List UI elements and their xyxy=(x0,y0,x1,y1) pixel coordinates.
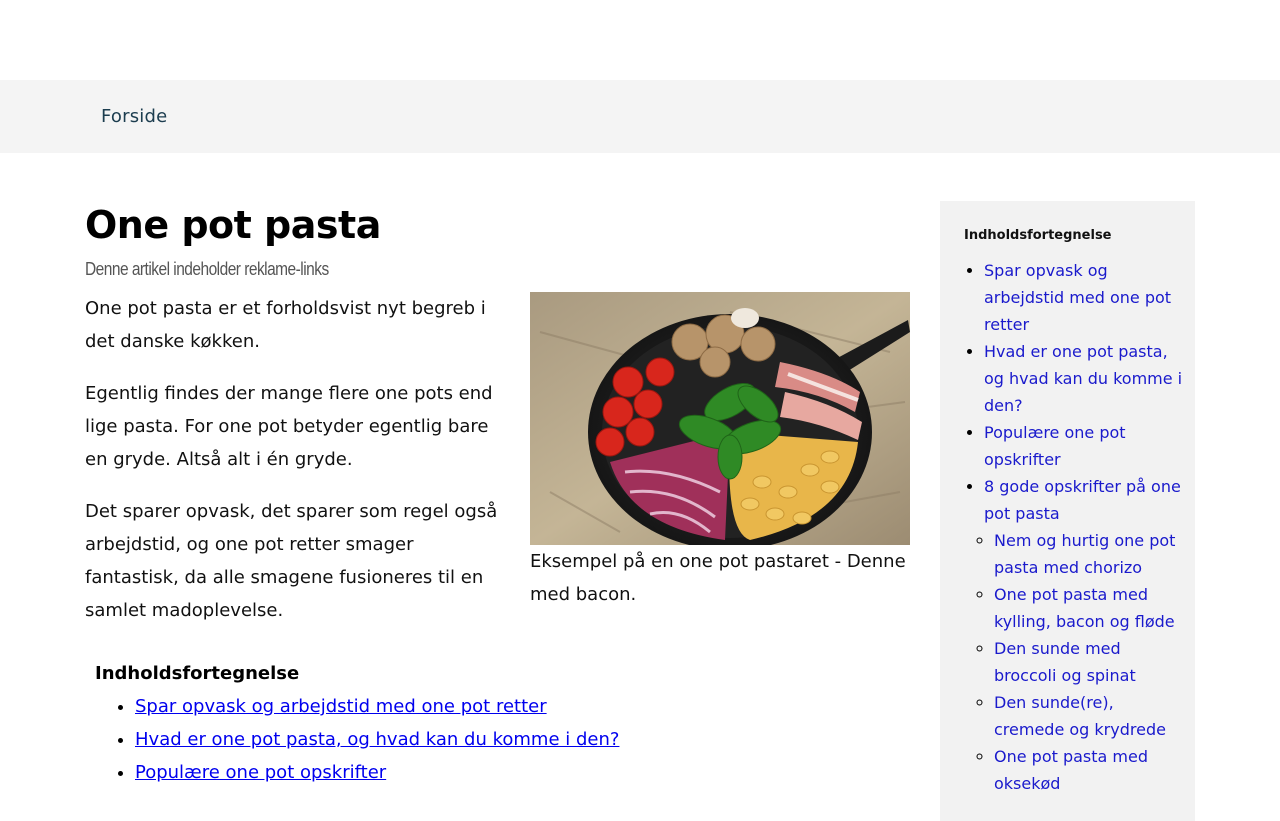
article-figure: Eksempel på en one pot pastaret - Denne … xyxy=(530,292,910,611)
toc-item: Populære one pot opskrifter xyxy=(135,756,795,789)
article-intro: One pot pasta er et forholdsvist nyt beg… xyxy=(85,292,910,627)
sidebar-toc-subitem: Den sunde med broccoli og spinat xyxy=(994,635,1184,689)
sidebar-toc-subitem: One pot pasta med oksekød xyxy=(994,743,1184,797)
toc-list: Spar opvask og arbejdstid med one pot re… xyxy=(95,690,795,789)
paragraph: Egentlig findes der mange flere one pots… xyxy=(85,383,493,470)
toc-item: Spar opvask og arbejdstid med one pot re… xyxy=(135,690,795,723)
sidebar-toc-item: Spar opvask og arbejdstid med one pot re… xyxy=(984,257,1184,338)
intro-text: One pot pasta er et forholdsvist nyt beg… xyxy=(85,292,510,627)
sidebar-toc-item: 8 gode opskrifter på one pot pasta Nem o… xyxy=(984,473,1184,797)
paragraph: One pot pasta er et forholdsvist nyt beg… xyxy=(85,298,486,352)
toc-link[interactable]: Populære one pot opskrifter xyxy=(135,762,386,783)
sidebar-toc-subitem: One pot pasta med kylling, bacon og flød… xyxy=(994,581,1184,635)
sidebar-toc-subitem: Nem og hurtig one pot pasta med chorizo xyxy=(994,527,1184,581)
sidebar-toc-list: Spar opvask og arbejdstid med one pot re… xyxy=(940,257,1184,797)
site-header xyxy=(0,0,1280,80)
sidebar-toc-sublink[interactable]: One pot pasta med oksekød xyxy=(994,747,1148,793)
main-nav: Forside xyxy=(0,80,1280,153)
sidebar-toc-sublink[interactable]: Den sunde(re), cremede og krydrede xyxy=(994,693,1166,739)
toc-heading: Indholdsfortegnelse xyxy=(95,663,300,684)
pasta-pan-photo xyxy=(530,292,910,545)
article-title: One pot pasta xyxy=(85,203,381,247)
toc-link[interactable]: Spar opvask og arbejdstid med one pot re… xyxy=(135,696,547,717)
toc-item: Hvad er one pot pasta, og hvad kan du ko… xyxy=(135,723,795,756)
sidebar-toc-link[interactable]: Spar opvask og arbejdstid med one pot re… xyxy=(984,261,1171,334)
table-of-contents: Indholdsfortegnelse Spar opvask og arbej… xyxy=(95,663,795,789)
sidebar-toc-item: Populære one pot opskrifter xyxy=(984,419,1184,473)
sidebar-toc-sublist: Nem og hurtig one pot pasta med chorizo … xyxy=(984,527,1184,797)
sidebar-toc-sublink[interactable]: Nem og hurtig one pot pasta med chorizo xyxy=(994,531,1175,577)
ad-disclaimer: Denne artikel indeholder reklame-links xyxy=(85,259,329,279)
sidebar-toc: Indholdsfortegnelse Spar opvask og arbej… xyxy=(940,201,1195,821)
sidebar-toc-link[interactable]: Hvad er one pot pasta, og hvad kan du ko… xyxy=(984,342,1182,415)
sidebar-toc-link[interactable]: 8 gode opskrifter på one pot pasta xyxy=(984,477,1181,523)
nav-home-link[interactable]: Forside xyxy=(101,106,167,127)
paragraph: Det sparer opvask, det sparer som regel … xyxy=(85,501,498,621)
sidebar-toc-item: Hvad er one pot pasta, og hvad kan du ko… xyxy=(984,338,1184,419)
sidebar-toc-heading: Indholdsfortegnelse xyxy=(964,228,1112,243)
sidebar-toc-sublink[interactable]: Den sunde med broccoli og spinat xyxy=(994,639,1136,685)
sidebar-toc-sublink[interactable]: One pot pasta med kylling, bacon og flød… xyxy=(994,585,1175,631)
sidebar-toc-subitem: Den sunde(re), cremede og krydrede xyxy=(994,689,1184,743)
article: One pot pasta Denne artikel indeholder r… xyxy=(85,201,910,646)
sidebar-toc-link[interactable]: Populære one pot opskrifter xyxy=(984,423,1126,469)
toc-link[interactable]: Hvad er one pot pasta, og hvad kan du ko… xyxy=(135,729,619,750)
figure-caption: Eksempel på en one pot pastaret - Denne … xyxy=(530,551,906,605)
